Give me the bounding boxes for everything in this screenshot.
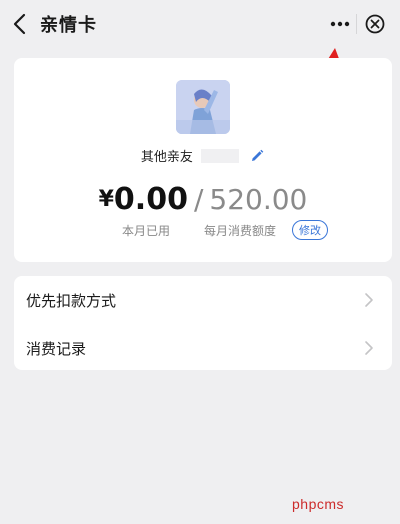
currency-symbol: ¥ — [98, 187, 114, 212]
settings-list: 优先扣款方式 消费记录 — [14, 276, 392, 370]
relative-name-row: 其他亲友 — [14, 146, 392, 166]
avatar — [176, 80, 230, 134]
amount-row: ¥0.00/520.00 — [14, 182, 392, 222]
close-icon[interactable] — [364, 13, 386, 35]
used-label: 本月已用 — [122, 224, 171, 238]
avatar-image-icon — [176, 80, 230, 134]
page-title: 亲情卡 — [40, 15, 97, 36]
edit-pencil-icon[interactable] — [249, 148, 265, 164]
back-icon[interactable] — [10, 12, 32, 36]
amount-labels-row: 本月已用 每月消费额度 修改 — [14, 220, 392, 240]
list-item-label: 优先扣款方式 — [26, 292, 117, 310]
family-card: 其他亲友 ¥0.00/520.00 本月已用 每月消费额度 修改 — [14, 58, 392, 262]
used-amount: 0.00 — [113, 182, 188, 217]
watermark: phpcms — [292, 496, 345, 512]
limit-label: 每月消费额度 — [204, 224, 277, 238]
list-item-spending-records[interactable]: 消费记录 — [14, 324, 392, 370]
monthly-limit-amount: 520.00 — [209, 183, 308, 216]
chevron-right-icon — [365, 293, 373, 307]
more-dots-icon[interactable] — [325, 14, 355, 34]
list-item-priority-payment[interactable]: 优先扣款方式 — [14, 276, 392, 322]
chevron-right-icon — [365, 341, 373, 355]
header-divider — [356, 14, 357, 34]
relative-name: 其他亲友 — [140, 150, 193, 165]
amount-separator: / — [193, 183, 204, 216]
modify-limit-button[interactable]: 修改 — [292, 220, 328, 240]
name-blur-mask — [201, 149, 239, 163]
list-item-label: 消费记录 — [26, 340, 87, 358]
